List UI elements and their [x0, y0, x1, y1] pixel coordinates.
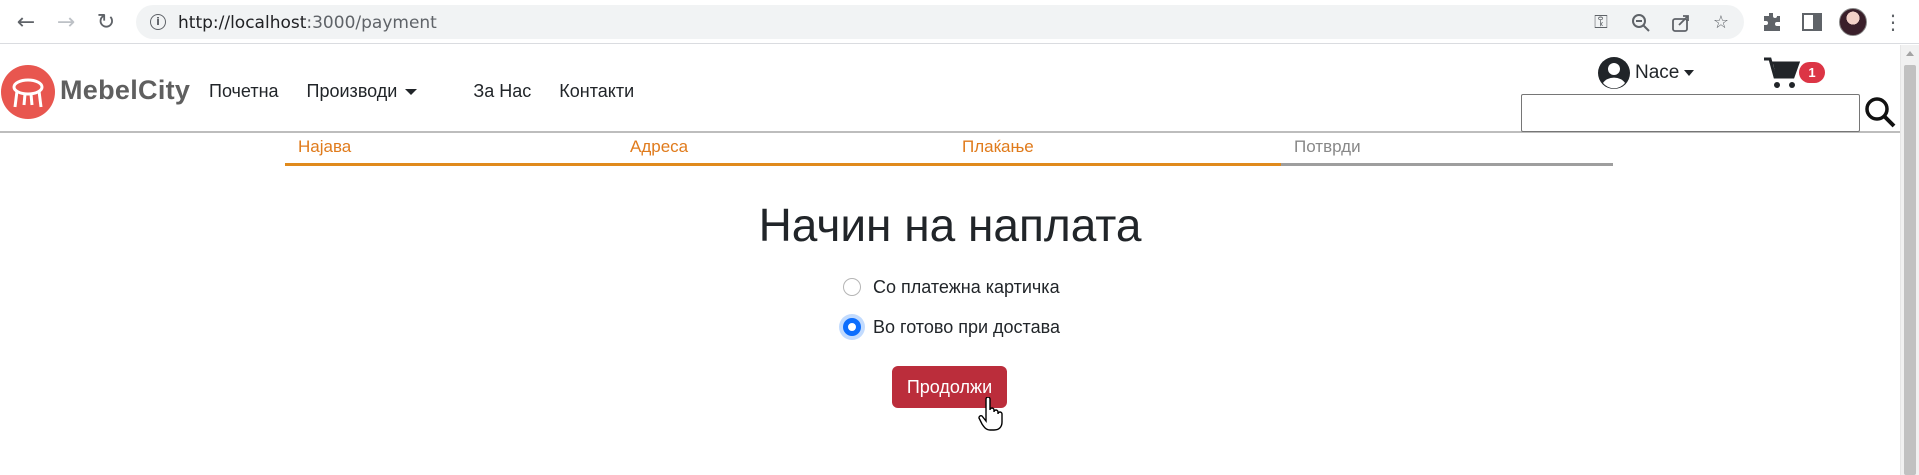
caret-down-icon [405, 89, 418, 96]
extensions-icon[interactable] [1760, 10, 1784, 34]
radio-card[interactable] [843, 278, 861, 296]
search-input[interactable] [1521, 94, 1860, 132]
profile-avatar[interactable] [1839, 8, 1867, 36]
site-header: MebelCity Почетна Производи За Нас Конта… [0, 45, 1900, 133]
page-title: Начин на наплата [758, 199, 1142, 251]
step-payment[interactable]: Плаќање [949, 137, 1281, 166]
address-bar[interactable]: i http://localhost:3000/payment ⚿ ☆ [136, 5, 1744, 39]
logo-text[interactable]: MebelCity [60, 75, 190, 106]
browser-toolbar: ← → ↻ i http://localhost:3000/payment ⚿ … [0, 0, 1919, 44]
forward-icon[interactable]: → [52, 8, 80, 36]
cart-icon[interactable] [1762, 55, 1802, 91]
nav-home[interactable]: Почетна [209, 81, 279, 102]
back-icon[interactable]: ← [12, 8, 40, 36]
payment-option-cash[interactable]: Во готово при достава [843, 315, 1060, 339]
cart-count-badge: 1 [1799, 62, 1825, 83]
logo-icon[interactable] [1, 65, 55, 119]
payment-option-card-label: Со платежна картичка [873, 276, 1060, 297]
main-nav: Почетна Производи За Нас Контакти [209, 81, 662, 102]
bookmark-star-icon[interactable]: ☆ [1710, 12, 1732, 34]
url-text[interactable]: http://localhost:3000/payment [178, 13, 437, 33]
nav-about[interactable]: За Нас [473, 81, 531, 102]
step-address[interactable]: Адреса [617, 137, 949, 166]
nav-products[interactable]: Производи [307, 81, 446, 102]
share-icon[interactable] [1670, 12, 1692, 34]
user-menu[interactable]: Nace [1597, 55, 1695, 91]
key-icon[interactable]: ⚿ [1590, 12, 1612, 34]
scrollbar-thumb[interactable] [1904, 65, 1916, 475]
sidebar-icon[interactable] [1800, 10, 1824, 34]
step-confirm: Потврди [1281, 137, 1613, 166]
menu-dots-icon[interactable]: ⋮ [1881, 10, 1905, 34]
search-icon[interactable] [1863, 95, 1897, 129]
nav-contacts[interactable]: Контакти [559, 81, 634, 102]
info-icon[interactable]: i [150, 14, 166, 30]
zoom-out-icon[interactable] [1630, 12, 1652, 34]
user-name: Nace [1635, 62, 1680, 83]
payment-option-card[interactable]: Со платежна картичка [843, 275, 1060, 299]
page-scrollbar[interactable] [1900, 45, 1919, 475]
payment-option-cash-label: Во готово при достава [873, 316, 1060, 337]
reload-icon[interactable]: ↻ [92, 8, 120, 36]
step-login[interactable]: Најава [285, 137, 617, 166]
user-circle-icon [1598, 57, 1630, 89]
radio-cash[interactable] [843, 318, 861, 336]
hand-cursor-icon [978, 396, 1004, 431]
checkout-steps: Најава Адреса Плаќање Потврди [285, 137, 1615, 167]
nav-products-label: Производи [306, 81, 398, 101]
scroll-up-icon[interactable] [1906, 51, 1914, 56]
caret-down-icon [1684, 70, 1695, 76]
